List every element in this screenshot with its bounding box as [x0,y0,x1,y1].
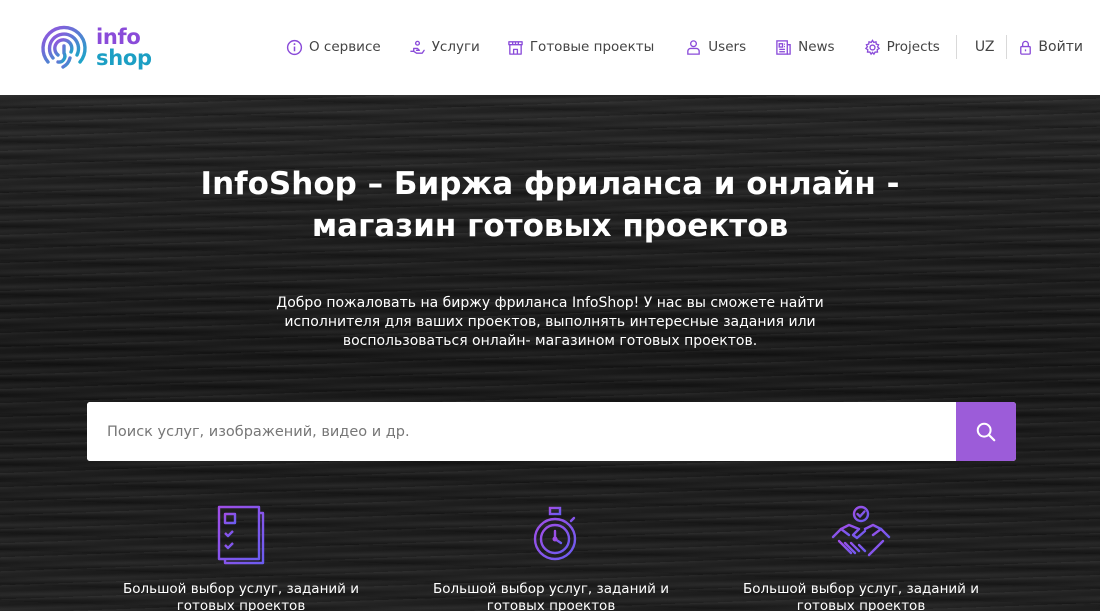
feature-item: Большой выбор услуг, заданий и готовых п… [726,503,996,611]
search-icon [976,422,996,441]
nav-label: Услуги [431,39,480,55]
nav-label: О сервисе [309,39,381,55]
info-circle-icon [286,39,303,56]
main-nav: О сервисе Услуги Готовые проекты Users N… [286,35,1083,59]
login-link[interactable]: Войти [1017,39,1083,56]
handshake-icon [831,505,891,557]
hero-title: InfoShop – Биржа фриланса и онлайн - маг… [200,166,900,244]
store-icon [507,39,524,56]
search-button[interactable] [956,402,1016,461]
hand-service-icon [409,39,426,56]
nav-item-users[interactable]: Users [685,39,746,56]
hero-subtitle: Добро пожаловать на биржу фриланса InfoS… [276,295,824,349]
search-bar [87,402,1016,461]
feature-text: Большой выбор услуг, заданий и готовых п… [432,581,670,611]
nav-item-ready-projects[interactable]: Готовые проекты [507,39,654,56]
language-switcher[interactable]: UZ [975,39,995,55]
login-label: Войти [1038,39,1083,55]
nav-item-projects[interactable]: Projects [864,38,940,56]
stopwatch-icon [519,506,577,561]
feature-text: Большой выбор услуг, заданий и готовых п… [122,581,360,611]
nav-label: Projects [886,39,940,55]
logo-wordmark: info shop [96,27,152,69]
feature-item: Большой выбор услуг, заданий и готовых п… [416,503,686,611]
logo-text-info: info [96,25,141,49]
infoshop-logo[interactable]: info shop [38,22,163,74]
hero-section: InfoShop – Биржа фриланса и онлайн - маг… [0,95,1100,611]
nav-label: Users [708,39,747,55]
feature-item: Большой выбор услуг, заданий и готовых п… [106,503,376,611]
search-input[interactable] [87,402,956,461]
nav-item-about[interactable]: О сервисе [286,39,381,56]
users-icon [685,39,702,56]
nav-divider [955,35,957,59]
fingerprint-logo-icon [41,25,87,69]
nav-item-services[interactable]: Услуги [409,39,480,56]
gear-icon [864,38,881,56]
feature-text: Большой выбор услуг, заданий и готовых п… [742,581,980,611]
logo-text-shop: shop [96,46,152,70]
nav-item-news[interactable]: News [775,39,835,56]
newspaper-icon [775,39,792,56]
lock-icon [1017,39,1034,56]
nav-label: Готовые проекты [529,39,655,55]
nav-label: News [798,39,835,55]
site-header: info shop О сервисе Услуги Готовые проек… [0,0,1100,95]
document-list-icon [217,505,265,565]
nav-divider [1006,35,1008,59]
